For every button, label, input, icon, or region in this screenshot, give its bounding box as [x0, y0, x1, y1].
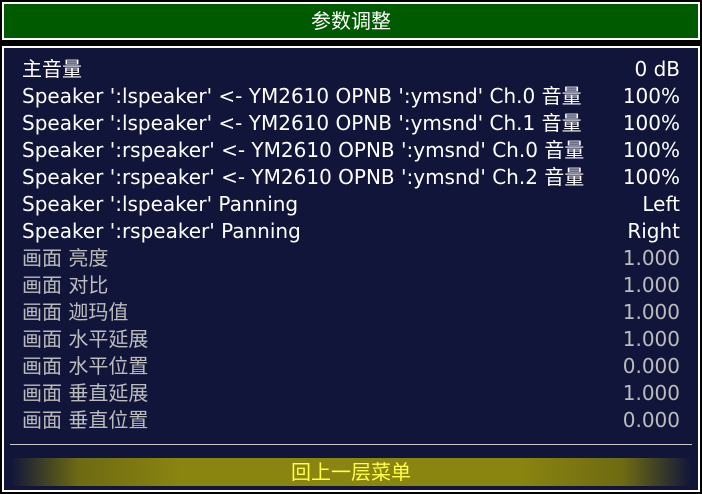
- menu-item-label: 画面 垂直位置: [22, 408, 149, 432]
- menu-item-value: 1.000: [622, 327, 680, 351]
- menu-item-list: 主音量 0 dB Speaker ':lspeaker' <- YM2610 O…: [22, 56, 680, 434]
- menu-item-screen-vertical-stretch[interactable]: 画面 垂直延展 1.000: [22, 380, 680, 407]
- menu-item-screen-gamma[interactable]: 画面 迦玛值 1.000: [22, 299, 680, 326]
- menu-item-value: 100%: [622, 138, 680, 162]
- menu-item-value: 1.000: [622, 273, 680, 297]
- menu-item-label: Speaker ':rspeaker' <- YM2610 OPNB ':yms…: [22, 165, 585, 189]
- menu-item-label: 画面 水平位置: [22, 354, 149, 378]
- menu-item-label: Speaker ':lspeaker' <- YM2610 OPNB ':yms…: [22, 111, 582, 135]
- menu-title-bar: 参数调整: [2, 2, 700, 40]
- menu-item-value: 1.000: [622, 381, 680, 405]
- back-to-previous-menu-button[interactable]: 回上一层菜单: [10, 458, 692, 486]
- menu-item-screen-contrast[interactable]: 画面 对比 1.000: [22, 272, 680, 299]
- menu-item-value: 1.000: [622, 246, 680, 270]
- menu-item-rspeaker-panning[interactable]: Speaker ':rspeaker' Panning Right: [22, 218, 680, 245]
- menu-item-label: Speaker ':lspeaker' Panning: [22, 192, 299, 216]
- menu-item-label: Speaker ':rspeaker' <- YM2610 OPNB ':yms…: [22, 138, 585, 162]
- menu-item-value: 100%: [622, 111, 680, 135]
- menu-item-lspeaker-panning[interactable]: Speaker ':lspeaker' Panning Left: [22, 191, 680, 218]
- menu-item-label: 画面 水平延展: [22, 327, 149, 351]
- menu-item-value: Right: [627, 219, 680, 243]
- menu-item-value: 0.000: [622, 354, 680, 378]
- menu-item-lspeaker-ch1-volume[interactable]: Speaker ':lspeaker' <- YM2610 OPNB ':yms…: [22, 110, 680, 137]
- menu-title: 参数调整: [311, 9, 391, 33]
- menu-item-screen-vertical-position[interactable]: 画面 垂直位置 0.000: [22, 407, 680, 434]
- menu-item-value: 100%: [622, 84, 680, 108]
- menu-item-label: 画面 迦玛值: [22, 300, 129, 324]
- back-button-label: 回上一层菜单: [291, 460, 411, 484]
- menu-item-rspeaker-ch0-volume[interactable]: Speaker ':rspeaker' <- YM2610 OPNB ':yms…: [22, 137, 680, 164]
- menu-item-rspeaker-ch2-volume[interactable]: Speaker ':rspeaker' <- YM2610 OPNB ':yms…: [22, 164, 680, 191]
- menu-divider: [10, 444, 692, 445]
- menu-item-label: Speaker ':rspeaker' Panning: [22, 219, 301, 243]
- menu-item-value: 0 dB: [634, 57, 681, 81]
- menu-item-lspeaker-ch0-volume[interactable]: Speaker ':lspeaker' <- YM2610 OPNB ':yms…: [22, 83, 680, 110]
- menu-item-label: 主音量: [22, 57, 82, 81]
- menu-item-label: 画面 对比: [22, 273, 109, 297]
- menu-panel: 主音量 0 dB Speaker ':lspeaker' <- YM2610 O…: [2, 46, 700, 492]
- menu-item-label: Speaker ':lspeaker' <- YM2610 OPNB ':yms…: [22, 84, 582, 108]
- menu-item-value: Left: [642, 192, 680, 216]
- menu-item-screen-horizontal-stretch[interactable]: 画面 水平延展 1.000: [22, 326, 680, 353]
- menu-item-value: 100%: [622, 165, 680, 189]
- menu-item-screen-brightness[interactable]: 画面 亮度 1.000: [22, 245, 680, 272]
- menu-item-value: 1.000: [622, 300, 680, 324]
- menu-item-label: 画面 垂直延展: [22, 381, 149, 405]
- menu-item-master-volume[interactable]: 主音量 0 dB: [22, 56, 680, 83]
- menu-item-label: 画面 亮度: [22, 246, 109, 270]
- menu-item-value: 0.000: [622, 408, 680, 432]
- menu-item-screen-horizontal-position[interactable]: 画面 水平位置 0.000: [22, 353, 680, 380]
